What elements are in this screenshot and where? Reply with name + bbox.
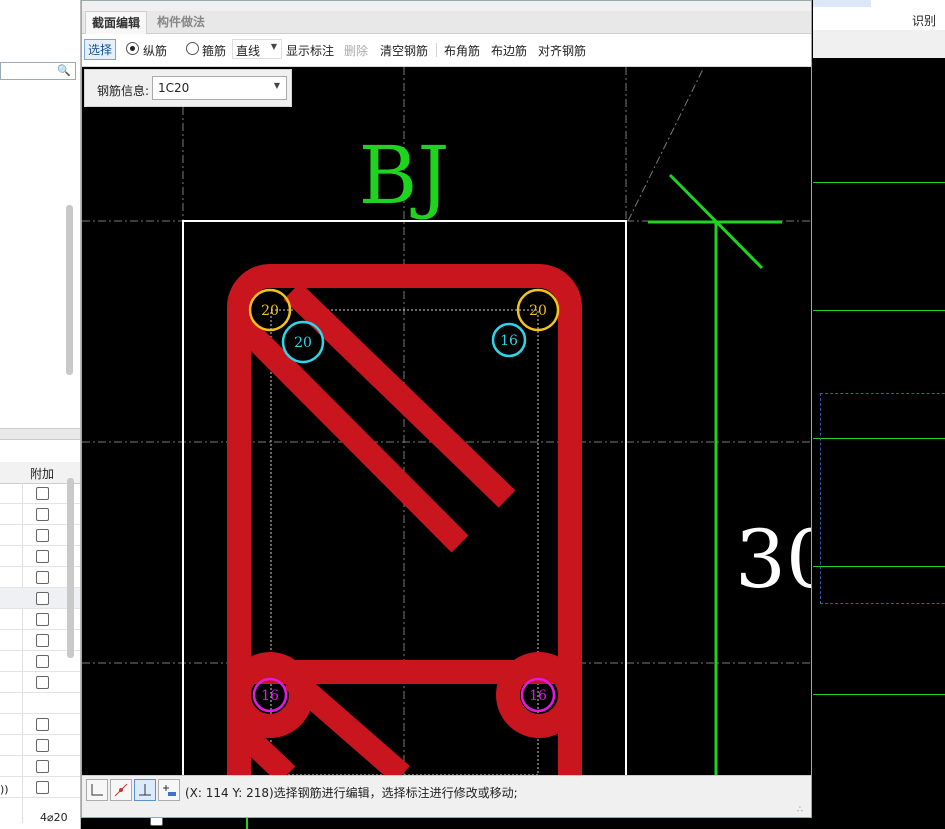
rebar-info-label: 钢筋信息: — [97, 84, 150, 98]
right-ribbon-highlight — [813, 0, 871, 7]
row-text: 4⌀20 — [40, 811, 68, 824]
perpendicular-snap-button[interactable] — [134, 779, 156, 801]
rebar-info-panel: 钢筋信息: 1C20 ▼ — [84, 69, 292, 107]
table-row — [0, 756, 80, 777]
rebar-label[interactable]: 20 — [529, 303, 547, 319]
right-tab-strip — [813, 30, 945, 59]
extra-checkbox[interactable] — [36, 613, 49, 626]
grid-line — [813, 310, 945, 311]
table-row — [0, 672, 80, 693]
section-title[interactable]: BJ — [359, 129, 450, 222]
extra-checkbox[interactable] — [36, 718, 49, 731]
search-icon[interactable]: 🔍 — [57, 64, 71, 77]
longitudinal-label[interactable]: 纵筋 — [143, 42, 167, 59]
dynamic-input-button[interactable] — [158, 779, 180, 801]
extra-checkbox[interactable] — [36, 781, 49, 794]
perpendicular-icon — [139, 784, 151, 796]
grid-line — [813, 182, 945, 183]
longitudinal-radio[interactable] — [126, 42, 139, 55]
extra-checkbox[interactable] — [36, 529, 49, 542]
stirrup-radio[interactable] — [186, 42, 199, 55]
table-row — [0, 777, 80, 798]
edge-rebar-button[interactable]: 布边筋 — [491, 42, 527, 59]
tab-section-edit[interactable]: 截面编辑 — [85, 11, 148, 34]
rebar-info-value: 1C20 — [158, 81, 190, 95]
ortho-mode-button[interactable] — [86, 779, 108, 801]
extra-checkbox[interactable] — [36, 760, 49, 773]
extra-checkbox[interactable] — [36, 550, 49, 563]
align-rebar-button[interactable]: 对齐钢筋 — [538, 42, 586, 59]
section-canvas[interactable]: 20 20 20 16 16 16 BJ 30 — [82, 67, 811, 775]
rebar-label[interactable]: 16 — [529, 688, 547, 704]
table-row — [0, 693, 80, 714]
rebar-label[interactable]: 16 — [500, 333, 518, 349]
extra-checkbox[interactable] — [36, 655, 49, 668]
rebar-label[interactable]: 20 — [261, 303, 279, 319]
section-drawing[interactable]: 20 20 20 16 16 16 BJ 30 — [82, 67, 811, 775]
line-type-select[interactable]: 直线 ▼ — [232, 39, 282, 59]
dialog-tabs: 截面编辑 构件做法 — [82, 11, 811, 34]
chevron-down-icon: ▼ — [273, 81, 280, 90]
chevron-down-icon: ▼ — [270, 42, 277, 51]
dimension-lines — [648, 173, 782, 775]
scrollbar[interactable] — [67, 478, 74, 658]
editor-toolbar: 选择 纵筋 箍筋 直线 ▼ 显示标注 删除 清空钢筋 布角筋 布边筋 对齐钢筋 — [82, 34, 811, 67]
extra-checkbox[interactable] — [36, 592, 49, 605]
table-row — [0, 714, 80, 735]
extra-checkbox[interactable] — [36, 508, 49, 521]
dynamic-input-icon — [163, 785, 176, 796]
rebar-label[interactable]: 16 — [261, 688, 279, 704]
line-type-value: 直线 — [236, 44, 261, 58]
show-mark-button[interactable]: 显示标注 — [286, 42, 334, 59]
select-button[interactable]: 选择 — [84, 39, 117, 60]
ortho-icon — [91, 784, 103, 796]
extra-checkbox[interactable] — [36, 634, 49, 647]
scrollbar[interactable] — [66, 205, 73, 375]
tab-component-method[interactable]: 构件做法 — [151, 11, 211, 33]
table-row — [0, 735, 80, 756]
snap-icon — [114, 783, 128, 797]
resize-grip-icon[interactable]: ∴ — [797, 805, 803, 815]
delete-button[interactable]: 删除 — [344, 42, 368, 59]
status-message: (X: 114 Y: 218)选择钢筋进行编辑，选择标注进行修改或移动; — [185, 786, 518, 800]
selection-dashed-rect — [820, 393, 945, 604]
extra-checkbox[interactable] — [36, 739, 49, 752]
grid-line — [246, 818, 248, 829]
toolbar-separator — [436, 43, 437, 57]
extra-checkbox[interactable] — [36, 487, 49, 500]
rebar-label[interactable]: 20 — [294, 335, 312, 351]
extra-checkbox[interactable] — [36, 571, 49, 584]
stirrup-label[interactable]: 箍筋 — [202, 42, 226, 59]
rebar-info-select[interactable]: 1C20 ▼ — [152, 76, 287, 100]
extra-checkbox[interactable] — [36, 676, 49, 689]
clear-rebar-button[interactable]: 清空钢筋 — [380, 42, 428, 59]
column-header-extra: 附加 — [30, 467, 55, 481]
corner-rebar-button[interactable]: 布角筋 — [444, 42, 480, 59]
grid-line — [813, 694, 945, 695]
row-text: )) — [0, 783, 9, 796]
status-bar: (X: 114 Y: 218)选择钢筋进行编辑，选择标注进行修改或移动; — [82, 775, 811, 804]
panel-splitter[interactable] — [0, 428, 80, 440]
dimension-text[interactable]: 30 — [735, 513, 811, 606]
component-search-input[interactable]: 🔍 — [0, 62, 76, 80]
object-snap-button[interactable] — [110, 779, 132, 801]
